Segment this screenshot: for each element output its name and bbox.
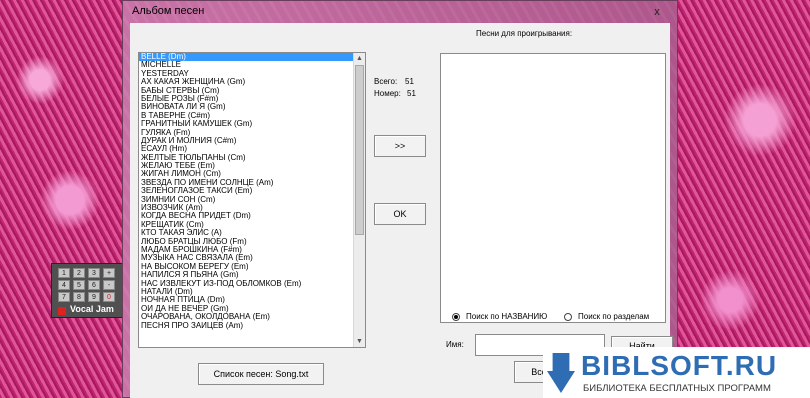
search-by-name-radio[interactable]: Поиск по НАЗВАНИЮ bbox=[452, 312, 547, 321]
song-list-item[interactable]: АХ КАКАЯ ЖЕНЩИНА (Gm) bbox=[139, 78, 353, 86]
song-list-item[interactable]: ГРАНИТНЫЙ КАМУШЕК (Gm) bbox=[139, 120, 353, 128]
total-label: Всего: bbox=[374, 77, 398, 86]
song-list-item[interactable]: MICHELLE bbox=[139, 61, 353, 69]
calculator-key[interactable]: 5 bbox=[73, 280, 85, 290]
calculator-key[interactable]: 9 bbox=[88, 292, 100, 302]
number-value: 51 bbox=[407, 89, 416, 98]
watermark-subtitle: БИБЛИОТЕКА БЕСПЛАТНЫХ ПРОГРАММ bbox=[583, 383, 771, 394]
total-value: 51 bbox=[405, 77, 414, 86]
song-list-item[interactable]: НА ВЫСОКОМ БЕРЕГУ (Em) bbox=[139, 263, 353, 271]
ok-button[interactable]: OK bbox=[374, 203, 426, 225]
song-list-item[interactable]: ЕСАУЛ (Hm) bbox=[139, 145, 353, 153]
vocaljam-logo-icon bbox=[58, 307, 66, 315]
window-client-area: BELLE (Dm) MICHELLE YESTERDAY АХ КАКАЯ ЖЕНЩ… bbox=[130, 23, 673, 398]
radio-selected-icon bbox=[452, 312, 460, 321]
title-bar: Альбом песен x bbox=[123, 1, 677, 23]
search-by-name-label: Поиск по НАЗВАНИЮ bbox=[466, 312, 548, 321]
desktop-background-right bbox=[676, 0, 810, 398]
song-list: BELLE (Dm) MICHELLE YESTERDAY АХ КАКАЯ ЖЕНЩ… bbox=[139, 53, 365, 330]
song-list-item[interactable]: ИЗВОЗЧИК (Am) bbox=[139, 204, 353, 212]
calculator-key[interactable]: 1 bbox=[58, 268, 70, 278]
calculator-key[interactable]: - bbox=[103, 280, 115, 290]
calculator-key[interactable]: 8 bbox=[73, 292, 85, 302]
search-by-section-label: Поиск по разделам bbox=[578, 312, 650, 321]
calculator-key[interactable]: + bbox=[103, 268, 115, 278]
desktop-background-left bbox=[0, 0, 128, 398]
song-list-item[interactable]: НАПИЛСЯ Я ПЬЯНА (Gm) bbox=[139, 271, 353, 279]
biblsoft-watermark: BIBLSOFT.RU БИБЛИОТЕКА БЕСПЛАТНЫХ ПРОГРА… bbox=[543, 347, 810, 398]
song-list-item[interactable]: ЖЁЛТЫЕ ТЮЛЬПАНЫ (Cm) bbox=[139, 154, 353, 162]
song-list-item[interactable]: ВИНОВАТА ЛИ Я (Gm) bbox=[139, 103, 353, 111]
scrollbar-thumb[interactable] bbox=[355, 65, 364, 235]
song-list-item[interactable]: ЗИМНИЙ СОН (Cm) bbox=[139, 196, 353, 204]
song-list-item[interactable]: ЛЮБО БРАТЦЫ ЛЮБО (Fm) bbox=[139, 238, 353, 246]
calculator-key[interactable]: 7 bbox=[58, 292, 70, 302]
song-list-item[interactable]: ЗЕЛЕНОГЛАЗОЕ ТАКСИ (Em) bbox=[139, 187, 353, 195]
song-list-item[interactable]: БАБЫ СТЕРВЫ (Cm) bbox=[139, 87, 353, 95]
song-list-item[interactable]: ОЧАРОВАНА, ОКОЛДОВАНА (Em) bbox=[139, 313, 353, 321]
song-list-item[interactable]: МУЗЫКА НАС СВЯЗАЛА (Em) bbox=[139, 254, 353, 262]
song-list-item[interactable]: БЕЛЫЕ РОЗЫ (F#m) bbox=[139, 95, 353, 103]
song-list-item[interactable]: КРЕЩАТИК (Cm) bbox=[139, 221, 353, 229]
song-list-item[interactable]: НАС ИЗВЛЕКУТ ИЗ-ПОД ОБЛОМКОВ (Em) bbox=[139, 280, 353, 288]
calculator-key[interactable]: 0 bbox=[103, 292, 115, 302]
song-list-item[interactable]: BELLE (Dm) bbox=[139, 53, 353, 62]
radio-unselected-icon bbox=[564, 312, 572, 321]
playlist-label: Песни для проигрывания: bbox=[476, 29, 573, 38]
song-listbox[interactable]: BELLE (Dm) MICHELLE YESTERDAY АХ КАКАЯ ЖЕНЩ… bbox=[138, 52, 366, 348]
song-list-scrollbar[interactable]: ▲ ▼ bbox=[353, 53, 365, 347]
download-arrow-icon bbox=[547, 353, 575, 393]
song-list-item[interactable]: В ТАВЕРНЕ (C#m) bbox=[139, 112, 353, 120]
number-label: Номер: bbox=[374, 89, 401, 98]
song-list-item[interactable]: НАТАЛИ (Dm) bbox=[139, 288, 353, 296]
song-list-item[interactable]: ЖИГАН ЛИМОН (Cm) bbox=[139, 170, 353, 178]
calculator-key[interactable]: 4 bbox=[58, 280, 70, 290]
song-list-item[interactable]: КТО ТАКАЯ ЭЛИС (A) bbox=[139, 229, 353, 237]
playlist-listbox[interactable] bbox=[440, 53, 666, 323]
song-list-item[interactable]: НОЧНАЯ ПТИЦА (Dm) bbox=[139, 296, 353, 304]
window-title: Альбом песен bbox=[132, 5, 205, 17]
name-label: Имя: bbox=[446, 340, 464, 349]
song-list-item[interactable]: ЖЕЛАЮ ТЕБЕ (Em) bbox=[139, 162, 353, 170]
song-list-item[interactable]: ГУЛЯКА (Fm) bbox=[139, 129, 353, 137]
search-by-section-radio[interactable]: Поиск по разделам bbox=[564, 312, 649, 321]
calculator-key[interactable]: 6 bbox=[88, 280, 100, 290]
song-list-item[interactable]: YESTERDAY bbox=[139, 70, 353, 78]
close-button[interactable]: x bbox=[647, 4, 667, 20]
song-list-item[interactable]: ОЙ ДА НЕ ВЕЧЕР (Gm) bbox=[139, 305, 353, 313]
scroll-up-arrow-icon[interactable]: ▲ bbox=[354, 53, 365, 64]
song-list-item[interactable]: КОГДА ВЕСНА ПРИДЁТ (Dm) bbox=[139, 212, 353, 220]
song-album-window: Альбом песен x BELLE (Dm) MICHELLE YESTERD… bbox=[122, 0, 678, 398]
song-list-item[interactable]: ДУРАК И МОЛНИЯ (C#m) bbox=[139, 137, 353, 145]
calculator-widget[interactable]: Vocal Jam 1 2 3 +4 5 6- 7 8 9 0 bbox=[51, 263, 123, 318]
song-list-item[interactable]: ПЕСНЯ ПРО ЗАЙЦЕВ (Am) bbox=[139, 322, 353, 330]
song-list-item[interactable]: МАДАМ БРОШКИНА (F#m) bbox=[139, 246, 353, 254]
scroll-down-arrow-icon[interactable]: ▼ bbox=[354, 336, 365, 347]
calculator-key[interactable]: 3 bbox=[88, 268, 100, 278]
vocaljam-logo-text: Vocal Jam bbox=[70, 304, 114, 314]
add-to-playlist-button[interactable]: >> bbox=[374, 135, 426, 157]
song-list-item[interactable]: ЗВЕЗДА ПО ИМЕНИ СОЛНЦЕ (Am) bbox=[139, 179, 353, 187]
watermark-title: BIBLSOFT.RU bbox=[581, 350, 778, 381]
song-list-file-button[interactable]: Список песен: Song.txt bbox=[198, 363, 324, 385]
calculator-key[interactable]: 2 bbox=[73, 268, 85, 278]
